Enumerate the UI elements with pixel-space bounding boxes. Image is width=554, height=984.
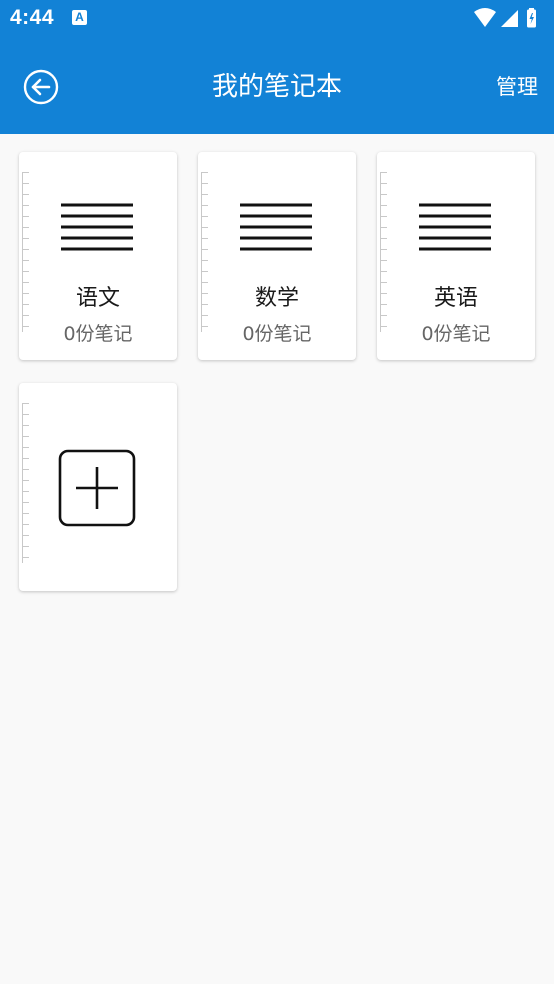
notebook-lines-icon xyxy=(240,203,312,251)
notebook-name: 语文 xyxy=(75,286,120,311)
battery-icon xyxy=(527,8,536,28)
status-time: 4:44 xyxy=(10,6,55,29)
page-title: 我的笔记本 xyxy=(211,72,342,102)
notification-app-icon: A xyxy=(72,10,87,25)
notebook-lines-icon xyxy=(419,203,491,251)
notebook-card-english[interactable]: 英语 0份笔记 xyxy=(377,152,535,360)
notebook-spine xyxy=(22,403,29,563)
notebook-lines-icon xyxy=(61,203,133,251)
plus-square-icon xyxy=(58,449,136,527)
notebook-card-chinese[interactable]: 语文 0份笔记 xyxy=(19,152,177,360)
status-bar: 4:44 A xyxy=(0,0,554,38)
notebook-card-math[interactable]: 数学 0份笔记 xyxy=(198,152,356,360)
notebook-note-count: 0份笔记 xyxy=(421,323,491,345)
status-icons xyxy=(474,8,536,28)
signal-icon xyxy=(501,10,518,27)
manage-button[interactable]: 管理 xyxy=(496,72,538,102)
add-notebook-card[interactable] xyxy=(19,383,177,591)
notebook-name: 英语 xyxy=(433,286,478,311)
notebook-name: 数学 xyxy=(254,286,299,311)
notebook-note-count: 0份笔记 xyxy=(242,323,312,345)
app-bar: 我的笔记本 管理 xyxy=(0,38,554,134)
notebook-note-count: 0份笔记 xyxy=(63,323,133,345)
wifi-icon xyxy=(474,8,496,27)
notification-app-icon-letter: A xyxy=(75,10,84,24)
